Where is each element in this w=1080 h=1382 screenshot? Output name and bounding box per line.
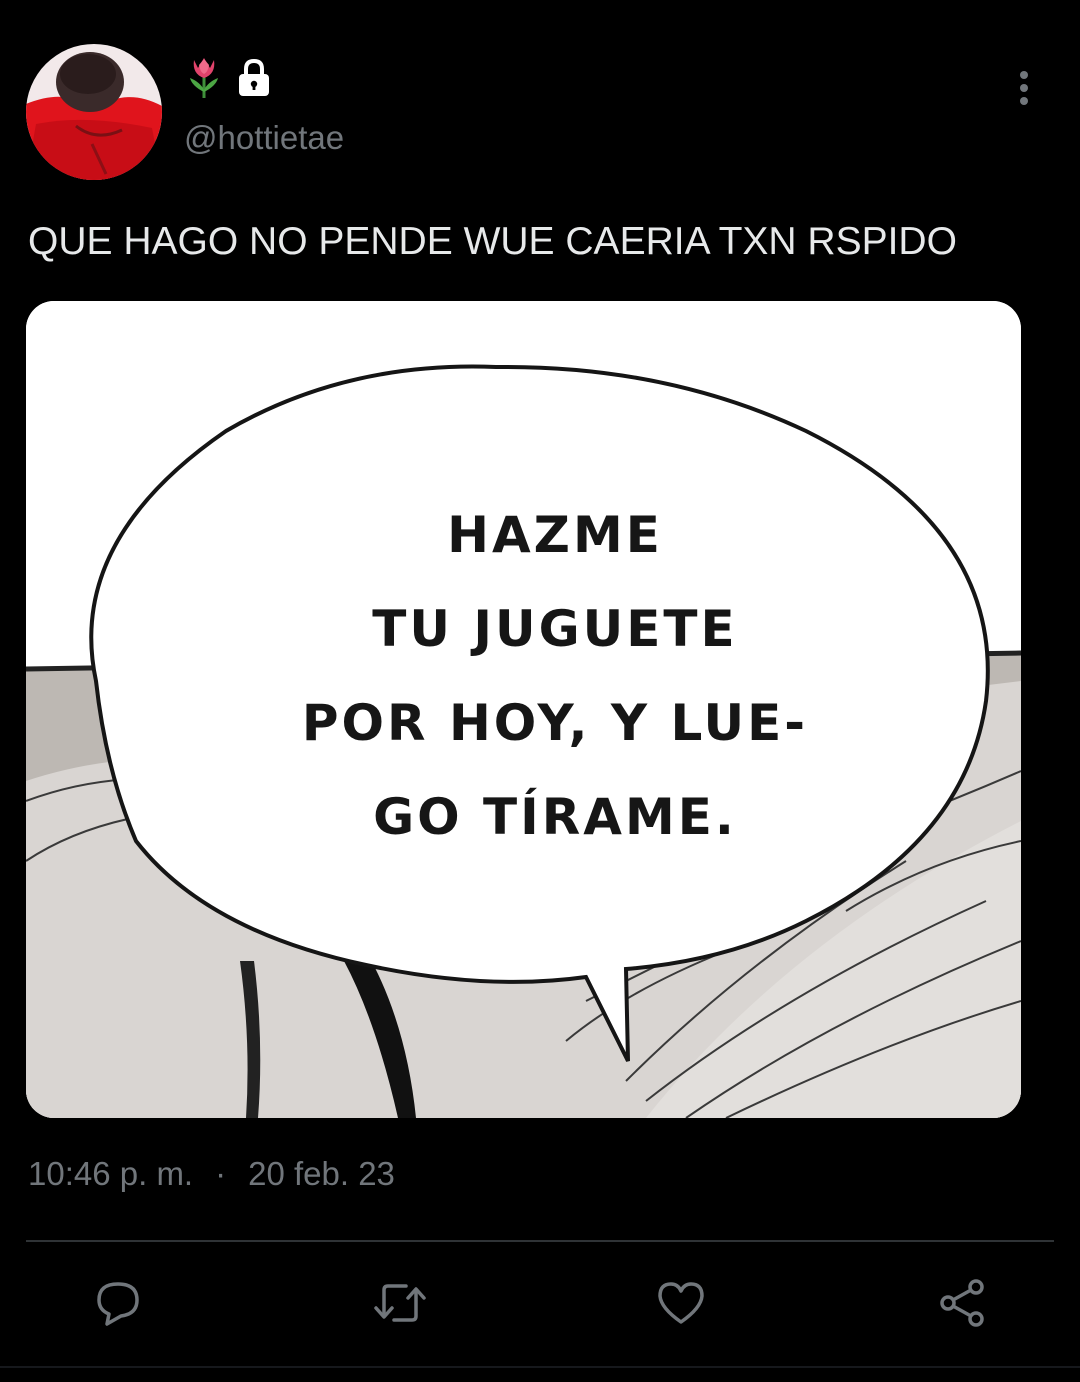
tweet-action-bar [0,1273,1080,1333]
avatar[interactable] [26,44,162,180]
heart-icon [658,1282,704,1324]
meta-separator: · [215,1155,227,1192]
display-name-row[interactable] [186,56,272,105]
share-button[interactable] [932,1273,992,1333]
divider [26,1240,1054,1242]
bubble-line-1: HAZME [447,506,663,564]
bubble-line-4: GO TÍRAME. [373,788,737,846]
like-button[interactable] [651,1273,711,1333]
speech-bubble-icon [97,1282,139,1326]
more-options-button[interactable] [1004,66,1044,110]
vertical-dots-icon [1020,71,1028,105]
tweet-text: QUE HAGO NO PENDE WUE CAERIA TXN RSPIDO [28,220,957,263]
user-handle[interactable]: @hottietae [184,118,344,158]
tweet-time: 10:46 p. m. [28,1155,194,1192]
speech-bubble-text: HAZME TU JUGUETE POR HOY, Y LUE- GO TÍRA… [175,488,935,864]
tweet-date: 20 feb. 23 [248,1155,395,1192]
reply-button[interactable] [88,1273,148,1333]
tweet-timestamp[interactable]: 10:46 p. m. · 20 feb. 23 [28,1152,395,1196]
bubble-line-3: POR HOY, Y LUE- [301,694,809,752]
bottom-divider [0,1366,1080,1368]
retweet-icon [374,1284,426,1322]
lock-icon [236,58,272,103]
share-icon [940,1279,984,1327]
avatar-image [26,44,162,180]
bubble-line-2: TU JUGUETE [372,600,738,658]
retweet-button[interactable] [370,1273,430,1333]
tulip-emoji-icon [186,56,222,105]
